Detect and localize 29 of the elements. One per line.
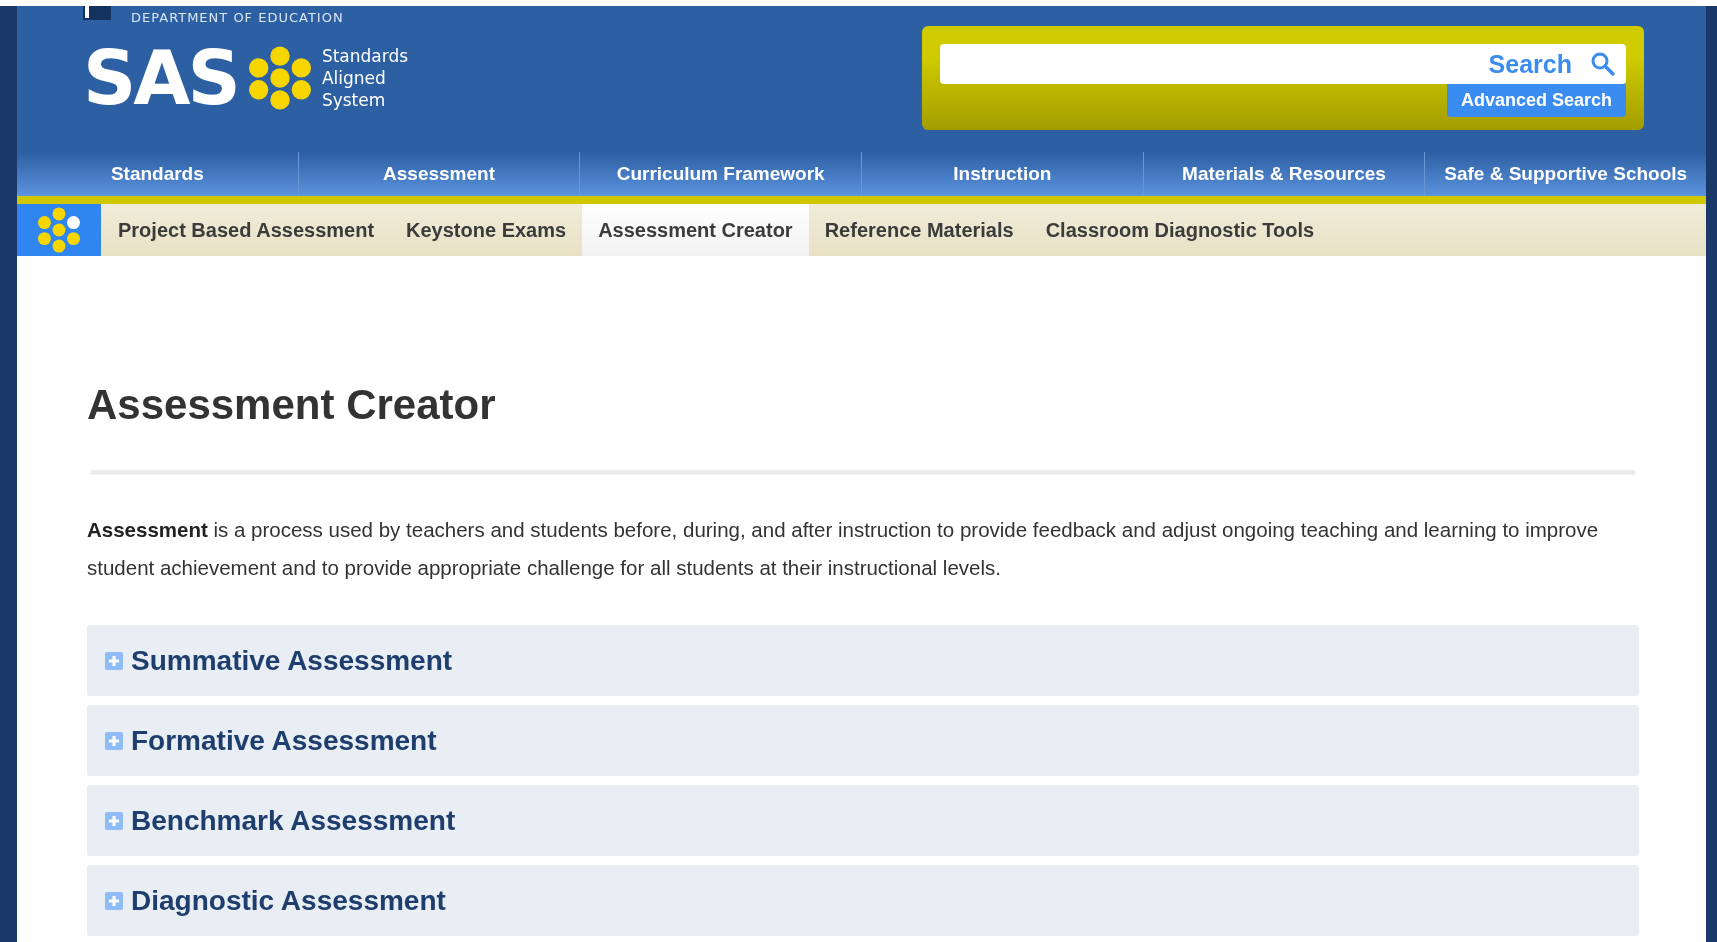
sub-nav-tab[interactable]: Keystone Exams bbox=[390, 204, 583, 256]
sub-nav-tab[interactable]: Reference Materials bbox=[808, 204, 1030, 256]
flower-icon bbox=[37, 207, 81, 253]
search-icon bbox=[1590, 51, 1616, 77]
department-name: DEPARTMENT OF EDUCATION bbox=[131, 10, 344, 25]
accordion-header[interactable]: Summative Assessment bbox=[87, 625, 1639, 696]
intro-paragraph: Assessment is a process used by teachers and students before, during, and after instruction to provide feedback and adjust ongoing teaching and learning to improve student achievement and to provide appropriate challenge for all students at their instructional levels. bbox=[87, 517, 1600, 581]
main-nav-link[interactable]: Safe & Supportive Schools bbox=[1425, 152, 1706, 196]
page-title: Assessment Creator bbox=[87, 380, 497, 430]
search-field[interactable] bbox=[940, 44, 1481, 84]
plus-icon bbox=[105, 891, 123, 910]
logo-subtitle: Aligned bbox=[321, 67, 387, 89]
sub-nav-tab[interactable]: Classroom Diagnostic Tools bbox=[1029, 204, 1331, 256]
accordion-title: Benchmark Assessment bbox=[131, 804, 456, 837]
logo-subtitle: Standards bbox=[321, 45, 409, 67]
accordion-header[interactable]: Benchmark Assessment bbox=[87, 785, 1639, 856]
logo-text: SAS bbox=[83, 38, 238, 118]
accordion-header[interactable]: Diagnostic Assessment bbox=[87, 865, 1639, 936]
sub-nav-tab[interactable]: Project Based Assessment bbox=[101, 204, 391, 256]
logo-mark-icon bbox=[83, 6, 111, 20]
plus-icon bbox=[105, 651, 123, 670]
plus-icon bbox=[105, 811, 123, 830]
plus-icon bbox=[105, 731, 123, 750]
sub-nav-tab[interactable]: Assessment Creator bbox=[582, 204, 809, 256]
logo-subtitle: System bbox=[321, 89, 387, 111]
accordion-title: Summative Assessment bbox=[131, 644, 453, 677]
accordion-title: Formative Assessment bbox=[131, 724, 437, 757]
accordion-title: Diagnostic Assessment bbox=[131, 884, 446, 917]
accordion-header[interactable]: Formative Assessment bbox=[87, 705, 1639, 776]
